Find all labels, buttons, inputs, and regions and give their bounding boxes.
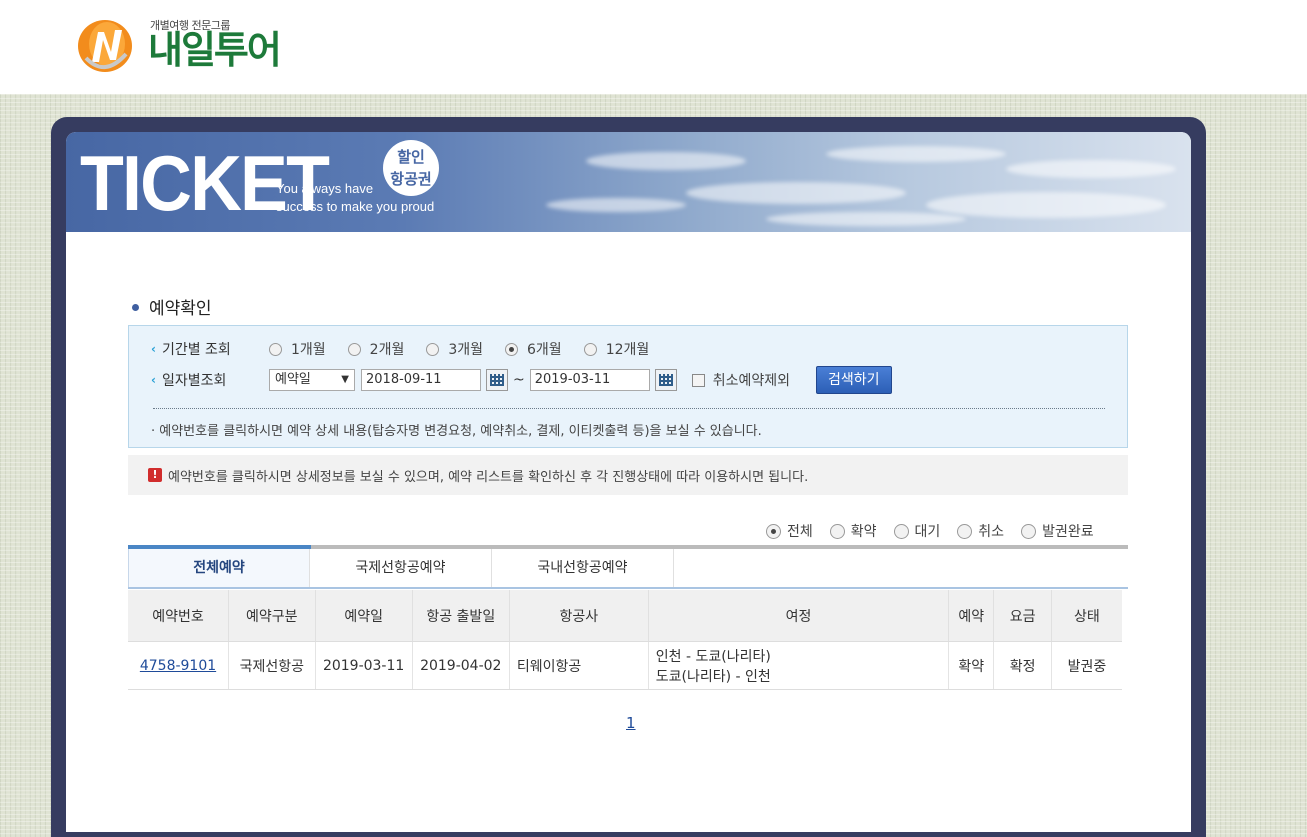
radio-icon[interactable] — [583, 342, 597, 356]
status-option-issued[interactable]: 발권완료 — [1021, 521, 1094, 541]
checkbox-icon[interactable] — [691, 373, 705, 387]
col-booking-type: 예약구분 — [228, 590, 316, 642]
table-row: 4758-9101 국제선항공 2019-03-11 2019-04-02 티웨… — [128, 641, 1122, 690]
period-option-6m[interactable]: 6개월 — [505, 339, 562, 359]
itinerary-cell: 인천 - 도쿄(나리타) 도쿄(나리타) - 인천 — [648, 641, 950, 690]
itinerary-line: 도쿄(나리타) - 인천 — [655, 668, 771, 685]
reservation-table: 예약번호 예약구분 예약일 항공 출발일 항공사 여정 예약 요금 상태 475… — [128, 590, 1122, 690]
radio-icon[interactable] — [269, 342, 282, 356]
status-option-cancelled[interactable]: 취소 — [957, 521, 1004, 541]
booking-type-cell: 국제선항공 — [228, 641, 316, 690]
period-option-12m[interactable]: 12개월 — [583, 339, 649, 359]
period-search-row: ‹ 기간별 조회 1개월 2개월 3개월 6개월 12개월 — [151, 337, 671, 361]
pagination-page-1[interactable]: 1 — [626, 714, 636, 732]
period-label: ‹ 기간별 조회 — [151, 342, 231, 358]
search-note: · 예약번호를 클릭하시면 예약 상세 내용(탑승자명 변경요청, 예약취소, … — [151, 424, 762, 439]
date-type-select[interactable]: 예약일 ▼ — [269, 369, 355, 391]
col-itinerary: 여정 — [648, 590, 950, 642]
search-button[interactable]: 검색하기 — [816, 366, 892, 394]
date-search-row: ‹ 일자별조회 예약일 ▼ 2018-09-11 ~ 2019-03-11 취소예… — [151, 366, 892, 394]
brand-name: 내일투어 — [148, 28, 282, 72]
tab-all-reservations[interactable]: 전체예약 — [128, 545, 311, 587]
calendar-icon[interactable] — [486, 369, 508, 391]
status-option-confirmed[interactable]: 확약 — [829, 521, 877, 541]
bullet-icon — [132, 303, 139, 311]
badge-line2: 항공권 — [390, 170, 432, 188]
ticket-status-cell: 발권중 — [1051, 641, 1122, 690]
radio-icon[interactable] — [347, 342, 361, 356]
reservation-tabs: 전체예약 국제선항공예약 국내선항공예약 — [128, 545, 1128, 589]
status-filter: 전체 확약 대기 취소 발권완료 — [766, 521, 1094, 541]
end-date-input[interactable]: 2019-03-11 — [529, 369, 650, 391]
departure-date-cell: 2019-04-02 — [412, 641, 510, 690]
tab-international-flights[interactable]: 국제선항공예약 — [310, 549, 492, 587]
warning-icon: ! — [148, 468, 162, 482]
date-range-separator: ~ — [513, 372, 525, 388]
period-option-1m[interactable]: 1개월 — [269, 339, 326, 359]
logo-mark-icon — [78, 20, 132, 72]
status-option-waiting[interactable]: 대기 — [893, 521, 940, 541]
brand-logo[interactable]: 개별여행 전문그룹 내일투어 — [76, 16, 316, 76]
top-header: 개별여행 전문그룹 내일투어 — [0, 0, 1307, 94]
chevron-left-icon: ‹ — [151, 342, 156, 356]
col-fare: 요금 — [993, 590, 1052, 642]
radio-icon[interactable] — [1021, 523, 1037, 539]
alert-text: 예약번호를 클릭하시면 상세정보를 보실 수 있으며, 예약 리스트를 확인하신… — [168, 469, 809, 485]
col-airline: 항공사 — [509, 590, 649, 642]
radio-icon[interactable] — [426, 342, 440, 356]
start-date-input[interactable]: 2018-09-11 — [361, 369, 481, 391]
itinerary-line: 인천 - 도쿄(나리타) — [655, 648, 771, 665]
radio-icon[interactable] — [829, 523, 845, 539]
discount-ticket-badge: 할인 항공권 — [383, 140, 439, 196]
divider — [153, 408, 1105, 409]
fare-status-cell: 확정 — [993, 641, 1052, 690]
search-panel: ‹ 기간별 조회 1개월 2개월 3개월 6개월 12개월 ‹ 일자별조회 예약… — [128, 325, 1128, 448]
period-option-3m[interactable]: 3개월 — [426, 339, 483, 359]
chevron-left-icon: ‹ — [151, 373, 156, 387]
banner-slogan-line2: success to make you proud — [276, 199, 435, 214]
col-status: 상태 — [1051, 590, 1122, 642]
airline-cell: 티웨이항공 — [509, 641, 649, 690]
col-departure-date: 항공 출발일 — [412, 590, 510, 642]
page-title: 예약확인 — [132, 294, 212, 319]
radio-selected-icon[interactable] — [505, 342, 519, 356]
booking-date-cell: 2019-03-11 — [315, 641, 413, 690]
period-option-2m[interactable]: 2개월 — [347, 339, 404, 359]
status-option-all[interactable]: 전체 — [766, 521, 813, 541]
content-panel: TICKET You always have success to make y… — [66, 132, 1191, 832]
exclude-cancel-option[interactable]: 취소예약제외 — [691, 370, 790, 390]
dropdown-arrow-icon: ▼ — [341, 374, 349, 385]
reservation-status-cell: 확약 — [948, 641, 995, 690]
ticket-banner: TICKET You always have success to make y… — [66, 132, 1191, 232]
table-header-row: 예약번호 예약구분 예약일 항공 출발일 항공사 여정 예약 요금 상태 — [128, 590, 1122, 642]
col-booking-date: 예약일 — [315, 590, 413, 642]
booking-number-link[interactable]: 4758-9101 — [128, 641, 230, 690]
date-label: ‹ 일자별조회 — [151, 373, 227, 389]
info-alert: ! 예약번호를 클릭하시면 상세정보를 보실 수 있으며, 예약 리스트를 확인… — [128, 455, 1128, 495]
tab-domestic-flights[interactable]: 국내선항공예약 — [492, 549, 674, 587]
radio-icon[interactable] — [957, 523, 973, 539]
badge-line1: 할인 — [397, 148, 425, 166]
calendar-icon[interactable] — [654, 369, 677, 391]
col-booking-no: 예약번호 — [128, 590, 230, 642]
radio-selected-icon[interactable] — [766, 523, 781, 539]
col-reservation: 예약 — [948, 590, 995, 642]
radio-icon[interactable] — [893, 523, 909, 539]
